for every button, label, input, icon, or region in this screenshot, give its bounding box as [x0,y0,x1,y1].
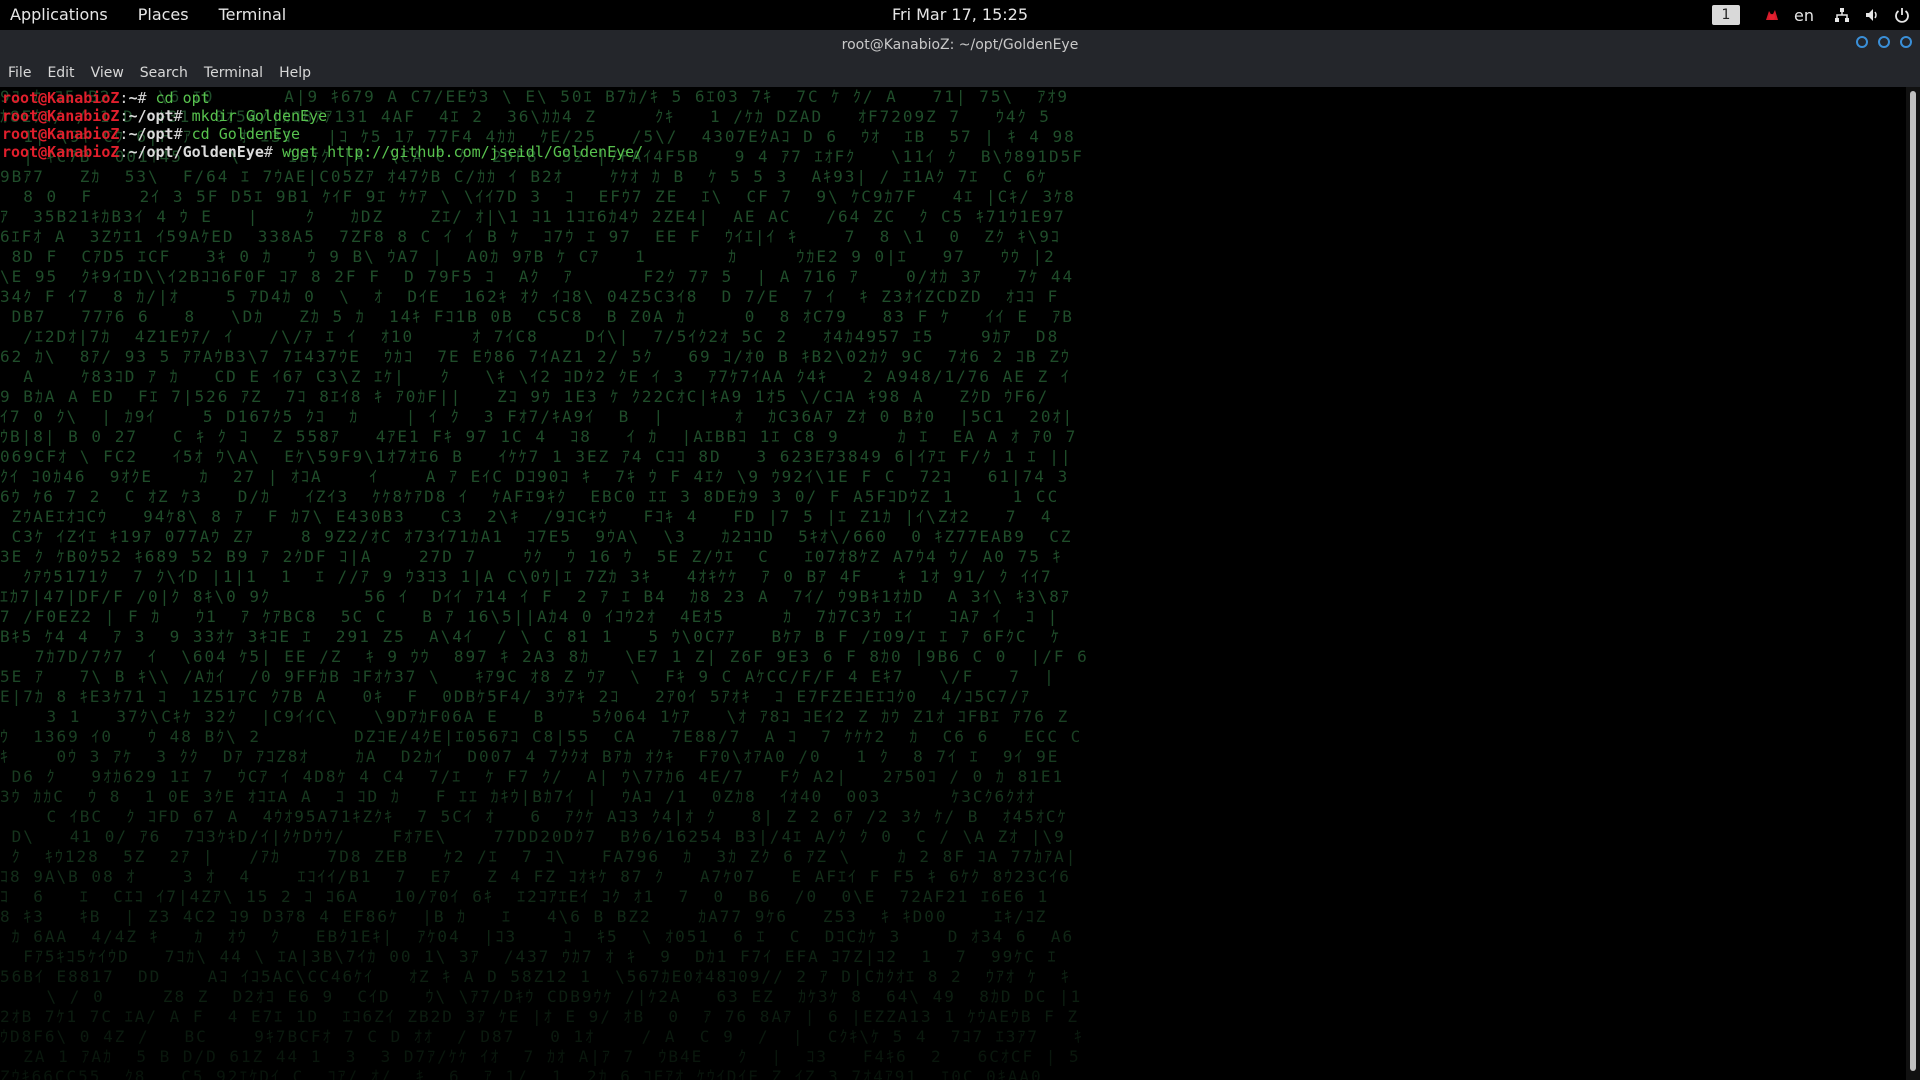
terminal-line: root@KanabioZ:~/opt/GoldenEye# wget http… [2,143,643,161]
menu-view[interactable]: View [83,60,132,87]
top-panel: Applications Places Terminal Fri Mar 17,… [0,0,1920,30]
workspace-indicator[interactable]: 1 [1712,5,1741,25]
terminal-area[interactable]: 9ｺ ｶ ｺ5 B2 \6 ｴ0 A|9 ｷ679 A C7/EEｳ3 \ E\… [0,87,1906,1080]
prompt-hash: # [263,143,282,161]
window-controls [1856,36,1912,48]
prompt-user: root@KanabioZ [2,89,120,107]
close-button[interactable] [1900,36,1912,48]
terminal-line: root@KanabioZ:~/opt# cd GoldenEye [2,125,643,143]
menu-search[interactable]: Search [132,60,196,87]
power-icon[interactable] [1894,7,1910,23]
terminal-scrollbar[interactable] [1906,87,1920,1080]
command-text: wget http://github.com/jseidl/GoldenEye/ [281,143,644,161]
prompt-hash: # [137,89,156,107]
window-title: root@KanabioZ: ~/opt/GoldenEye [841,37,1079,53]
clock[interactable]: Fri Mar 17, 15:25 [892,5,1028,24]
menu-edit[interactable]: Edit [39,60,82,87]
language-indicator[interactable]: en [1794,6,1814,25]
volume-icon[interactable] [1864,7,1880,23]
terminal-app-menu[interactable]: Terminal [204,0,302,30]
prompt-hash: # [173,125,192,143]
command-text: mkdir GoldenEye [191,107,328,125]
maximize-button[interactable] [1878,36,1890,48]
minimize-button[interactable] [1856,36,1868,48]
prompt-hash: # [173,107,192,125]
prompt-path: ~/opt/GoldenEye [128,143,264,161]
command-text: cd opt [155,89,210,107]
command-text: cd GoldenEye [191,125,301,143]
app-indicator-icon[interactable] [1764,8,1780,22]
matrix-rain-background: 9ｺ ｶ ｺ5 B2 \6 ｴ0 A|9 ｷ679 A C7/EEｳ3 \ E\… [0,87,1089,1080]
applications-menu[interactable]: Applications [0,0,123,30]
scrollbar-thumb[interactable] [1910,91,1916,1071]
network-icon[interactable] [1834,7,1850,23]
menu-terminal[interactable]: Terminal [196,60,271,87]
menu-file[interactable]: File [0,60,39,87]
system-tray: 1 en [1712,0,1910,30]
terminal-output: root@KanabioZ:~# cd opt root@KanabioZ:~/… [2,89,643,161]
prompt-path: ~/opt [128,107,174,125]
places-menu[interactable]: Places [123,0,204,30]
window-titlebar[interactable]: root@KanabioZ: ~/opt/GoldenEye [0,30,1920,60]
prompt-user: root@KanabioZ [2,125,120,143]
menu-help[interactable]: Help [271,60,319,87]
prompt-user: root@KanabioZ [2,107,120,125]
prompt-path: ~/opt [128,125,174,143]
prompt-user: root@KanabioZ [2,143,120,161]
terminal-menubar: File Edit View Search Terminal Help [0,60,1920,87]
terminal-line: root@KanabioZ:~# cd opt [2,89,643,107]
terminal-line: root@KanabioZ:~/opt# mkdir GoldenEye [2,107,643,125]
